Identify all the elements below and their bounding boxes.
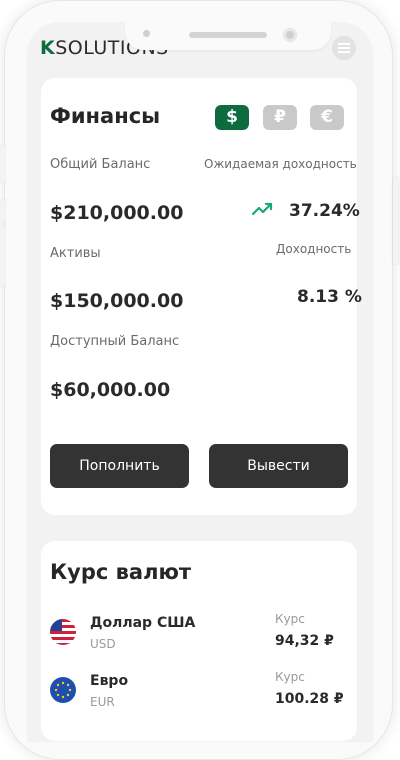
currency-eur-button[interactable]: € <box>310 105 344 130</box>
eur-rate-label: Курс <box>275 670 305 684</box>
usd-rate-value: 94,32 ₽ <box>275 633 334 649</box>
available-balance-value: $60,000.00 <box>50 379 171 401</box>
usd-code: USD <box>90 637 116 651</box>
phone-side-button-left-1 <box>0 145 5 183</box>
menu-button[interactable] <box>332 36 356 60</box>
currency-rub-button[interactable]: ₽ <box>263 105 297 130</box>
available-balance-label: Доступный Баланс <box>50 334 180 349</box>
phone-side-button-left-2 <box>0 200 5 222</box>
phone-notch <box>125 22 331 50</box>
total-balance-label: Общий Баланс <box>50 157 151 172</box>
trending-up-icon <box>252 202 273 216</box>
currency-rates-title: Курс валют <box>50 560 192 584</box>
deposit-button[interactable]: Пополнить <box>50 444 189 488</box>
eu-flag-icon <box>50 677 76 703</box>
assets-label: Активы <box>50 246 101 261</box>
assets-value: $150,000.00 <box>50 290 184 312</box>
eur-rate-value: 100.28 ₽ <box>275 691 344 707</box>
eur-code: EUR <box>90 695 115 709</box>
phone-side-button-left-3 <box>0 226 5 286</box>
expected-yield-label: Ожидаемая доходность <box>204 157 357 171</box>
withdraw-button[interactable]: Вывести <box>209 444 348 488</box>
finance-title: Финансы <box>50 104 161 128</box>
expected-yield-value: 37.24% <box>289 201 360 221</box>
yield-label: Доходность <box>276 242 352 256</box>
phone-screen: KSOLUTIONS Финансы $ ₽ € Общий Баланс Ож… <box>27 22 373 742</box>
logo-letter-k: K <box>40 37 56 59</box>
usd-rate-label: Курс <box>275 612 305 626</box>
yield-value: 8.13 % <box>297 287 362 307</box>
eur-name: Евро <box>90 673 129 689</box>
total-balance-value: $210,000.00 <box>50 202 184 224</box>
notch-camera <box>283 28 297 42</box>
us-flag-icon <box>50 619 76 645</box>
currency-usd-button[interactable]: $ <box>215 105 249 130</box>
notch-sensor <box>143 30 150 37</box>
notch-speaker <box>189 32 267 38</box>
usd-name: Доллар США <box>90 615 196 631</box>
phone-side-button-right <box>393 178 400 264</box>
